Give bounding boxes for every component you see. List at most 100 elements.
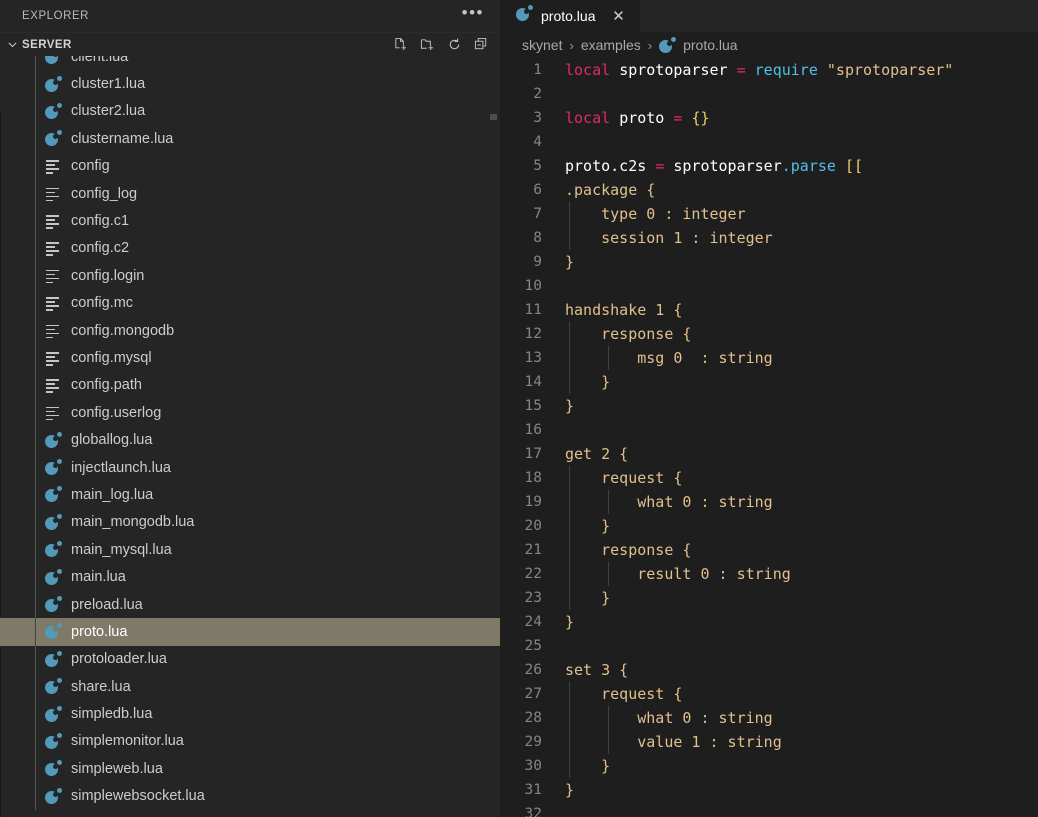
more-actions-icon[interactable]: ••• <box>462 8 484 25</box>
indent-guide <box>35 481 36 508</box>
code-line-text: } <box>565 394 574 418</box>
line-number: 7 <box>500 202 542 226</box>
code-line-text: type 0 : integer <box>565 202 746 226</box>
file-tree-item[interactable]: config.mc <box>0 290 500 317</box>
indent-guide <box>35 153 36 180</box>
file-tree-item[interactable]: config.path <box>0 372 500 399</box>
file-tree-item[interactable]: cluster1.lua <box>0 70 500 97</box>
file-tree-item[interactable]: config.c2 <box>0 235 500 262</box>
code-line: 18 request { <box>500 466 1038 490</box>
breadcrumb-item-examples[interactable]: examples <box>581 37 641 53</box>
file-tree-item[interactable]: share.lua <box>0 673 500 700</box>
code-line-text: request { <box>565 466 682 490</box>
code-line-text: session 1 : integer <box>565 226 773 250</box>
file-tree-item[interactable]: simpledb.lua <box>0 700 500 727</box>
line-number: 23 <box>500 586 542 610</box>
line-number: 18 <box>500 466 542 490</box>
file-tree-item-label: client.lua <box>64 56 128 65</box>
code-line: 8 session 1 : integer <box>500 226 1038 250</box>
line-number: 27 <box>500 682 542 706</box>
indent-guide <box>35 755 36 782</box>
lua-file-icon <box>42 733 64 750</box>
code-line-text: local sprotoparser = require "sprotopars… <box>565 58 953 82</box>
indent-guide <box>35 700 36 727</box>
collapse-all-icon[interactable] <box>472 36 490 54</box>
indent-guide <box>35 70 36 97</box>
file-tree-item[interactable]: simplewebsocket.lua <box>0 783 500 810</box>
file-tree-item[interactable]: proto.lua <box>0 618 500 645</box>
file-tree-item-label: config.userlog <box>64 405 161 421</box>
file-tree-item-label: cluster1.lua <box>64 76 145 92</box>
line-number: 30 <box>500 754 542 778</box>
folder-section-header[interactable]: SERVER <box>0 32 500 56</box>
file-tree-item-label: main_mongodb.lua <box>64 514 194 530</box>
file-tree-item[interactable]: config.mysql <box>0 344 500 371</box>
file-tree[interactable]: client.lua cluster1.lua cluster2.luacluste… <box>0 56 500 817</box>
vscode-window: EXPLORER ••• SERVER <box>0 0 1038 817</box>
code-line: 26set 3 { <box>500 658 1038 682</box>
file-tree-item[interactable]: config_log <box>0 180 500 207</box>
new-folder-icon[interactable] <box>418 36 436 54</box>
file-tree-item[interactable]: cluster2.lua <box>0 98 500 125</box>
file-tree-item[interactable]: main_mongodb.lua <box>0 509 500 536</box>
file-tree-item[interactable]: config.mongodb <box>0 317 500 344</box>
editor-tab-bar: proto.lua ✕ <box>500 0 1038 32</box>
tab-label: proto.lua <box>541 8 609 24</box>
file-tree-item[interactable]: preload.lua <box>0 591 500 618</box>
chevron-down-icon[interactable] <box>4 37 20 53</box>
new-file-icon[interactable] <box>391 36 409 54</box>
close-icon[interactable]: ✕ <box>609 7 627 25</box>
file-tree-list: client.lua cluster1.lua cluster2.luacluste… <box>0 56 500 810</box>
file-tree-item[interactable]: config.userlog <box>0 399 500 426</box>
config-file-icon <box>42 296 64 310</box>
code-line: 1local sprotoparser = require "sprotopar… <box>500 58 1038 82</box>
code-line-text: proto.c2s = sprotoparser.parse [[ <box>565 154 863 178</box>
code-line: 28 what 0 : string <box>500 706 1038 730</box>
file-tree-item-label: config.mc <box>64 295 133 311</box>
file-tree-item[interactable]: main_mysql.lua <box>0 536 500 563</box>
file-tree-item[interactable]: config <box>0 153 500 180</box>
line-number: 5 <box>500 154 542 178</box>
file-tree-item[interactable]: simpleweb.lua <box>0 755 500 782</box>
file-tree-item[interactable]: injectlaunch.lua <box>0 454 500 481</box>
file-tree-item[interactable]: main.lua <box>0 563 500 590</box>
line-number: 16 <box>500 418 542 442</box>
indent-guide <box>35 180 36 207</box>
file-tree-item[interactable]: main_log.lua <box>0 481 500 508</box>
breadcrumb: skynet › examples › proto.lua <box>500 32 1038 58</box>
explorer-scrollbar[interactable] <box>490 114 497 120</box>
indent-guide <box>35 399 36 426</box>
file-tree-item[interactable]: client.lua <box>0 56 500 70</box>
refresh-icon[interactable] <box>445 36 463 54</box>
breadcrumb-item-skynet[interactable]: skynet <box>522 37 562 53</box>
code-line: 11handshake 1 { <box>500 298 1038 322</box>
indent-guide <box>35 618 36 645</box>
file-tree-item[interactable]: globallog.lua <box>0 426 500 453</box>
lua-file-icon <box>42 56 64 65</box>
file-tree-item-label: main_mysql.lua <box>64 542 172 558</box>
breadcrumb-item-proto-lua[interactable]: proto.lua <box>683 37 737 53</box>
file-tree-item[interactable]: simplemonitor.lua <box>0 728 500 755</box>
file-tree-item-label: share.lua <box>64 679 131 695</box>
line-number: 17 <box>500 442 542 466</box>
code-line: 5 proto.c2s = sprotoparser.parse [[ <box>500 154 1038 178</box>
tab-proto-lua[interactable]: proto.lua ✕ <box>500 0 640 32</box>
file-tree-item[interactable]: config.c1 <box>0 207 500 234</box>
indent-guide <box>35 207 36 234</box>
code-editor[interactable]: 1local sprotoparser = require "sprotopar… <box>500 58 1038 817</box>
file-tree-item[interactable]: protoloader.lua <box>0 646 500 673</box>
code-line: 13 msg 0 : string <box>500 346 1038 370</box>
indent-guide <box>35 783 36 810</box>
code-line: 31} <box>500 778 1038 802</box>
page-title: EXPLORER <box>22 10 462 22</box>
code-line: 32 <box>500 802 1038 817</box>
file-tree-item[interactable]: config.login <box>0 262 500 289</box>
line-number: 26 <box>500 658 542 682</box>
config-file-icon <box>42 241 64 255</box>
lua-file-icon <box>516 5 533 27</box>
file-tree-item[interactable]: clustername.lua <box>0 125 500 152</box>
code-line-text: response { <box>565 322 691 346</box>
explorer-sidebar: EXPLORER ••• SERVER <box>0 0 500 817</box>
indent-guide <box>35 536 36 563</box>
line-number: 19 <box>500 490 542 514</box>
